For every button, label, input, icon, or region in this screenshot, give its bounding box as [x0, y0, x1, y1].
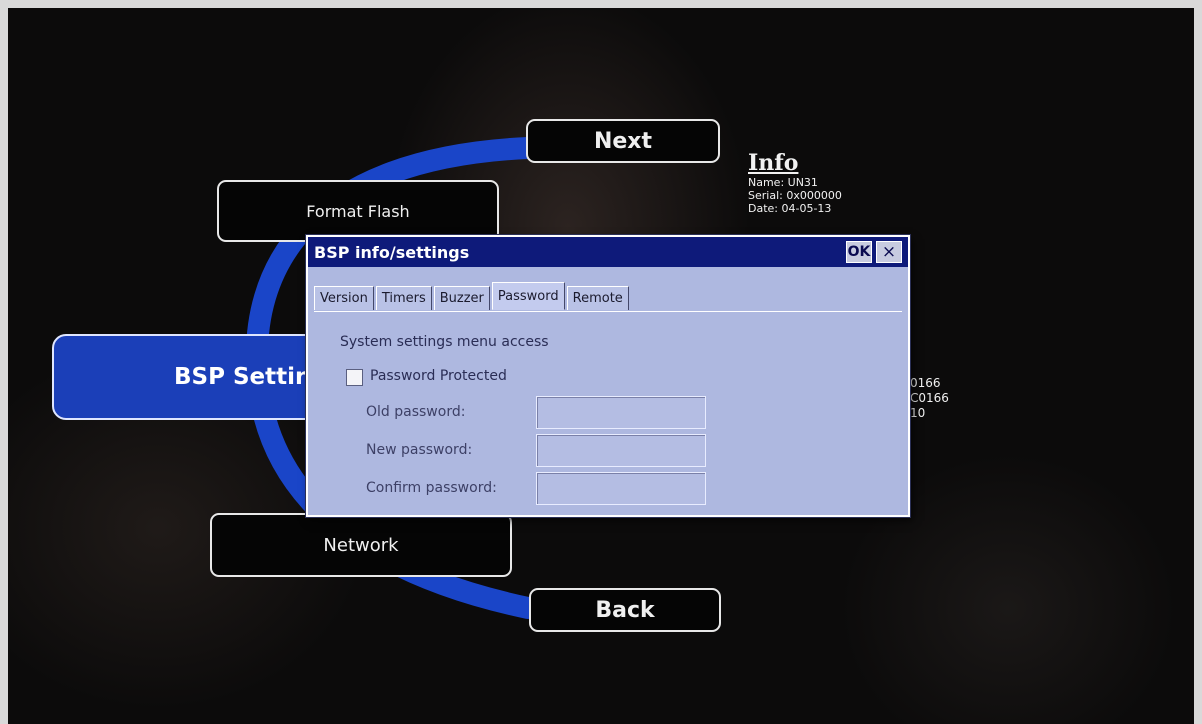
device-screen: Next Format Flash BSP Settings Network B…	[8, 8, 1194, 724]
dialog-title: BSP info/settings	[314, 243, 470, 262]
format-flash-button[interactable]: Format Flash	[217, 180, 499, 242]
info-partial-line: 10	[910, 406, 926, 420]
info-title: Info	[748, 150, 799, 176]
confirm-password-label: Confirm password:	[366, 480, 497, 496]
password-tab-panel: System settings menu access Password Pro…	[314, 311, 902, 509]
new-password-field[interactable]	[536, 434, 706, 467]
tab-password[interactable]: Password	[491, 282, 565, 310]
password-protected-checkbox[interactable]	[346, 369, 363, 386]
bsp-settings-dialog: BSP info/settings OK × Version Timers Bu…	[306, 235, 910, 517]
new-password-label: New password:	[366, 442, 473, 458]
info-partial-values: 0166 C0166 10	[910, 376, 949, 421]
info-partial-line: C0166	[910, 391, 949, 405]
info-name: Name: UN31	[748, 176, 818, 189]
dialog-titlebar[interactable]: BSP info/settings OK ×	[308, 237, 908, 267]
info-serial: Serial: 0x000000	[748, 189, 842, 202]
info-panel: Info Name: UN31 Serial: 0x000000 Date: 0…	[748, 150, 842, 215]
tab-buzzer[interactable]: Buzzer	[433, 286, 490, 310]
password-protected-label[interactable]: Password Protected	[370, 368, 507, 384]
ok-button[interactable]: OK	[846, 241, 872, 263]
back-button[interactable]: Back	[529, 588, 721, 632]
section-label: System settings menu access	[340, 334, 549, 350]
next-button[interactable]: Next	[526, 119, 720, 163]
confirm-password-field[interactable]	[536, 472, 706, 505]
info-date: Date: 04-05-13	[748, 202, 832, 215]
old-password-field[interactable]	[536, 396, 706, 429]
network-button[interactable]: Network	[210, 513, 512, 577]
tab-timers[interactable]: Timers	[375, 286, 432, 310]
tab-version[interactable]: Version	[314, 286, 374, 310]
tab-strip: Version Timers Buzzer Password Remote	[314, 282, 631, 310]
info-partial-line: 0166	[910, 376, 941, 390]
old-password-label: Old password:	[366, 404, 466, 420]
close-button[interactable]: ×	[876, 241, 902, 263]
tab-remote[interactable]: Remote	[566, 286, 629, 310]
